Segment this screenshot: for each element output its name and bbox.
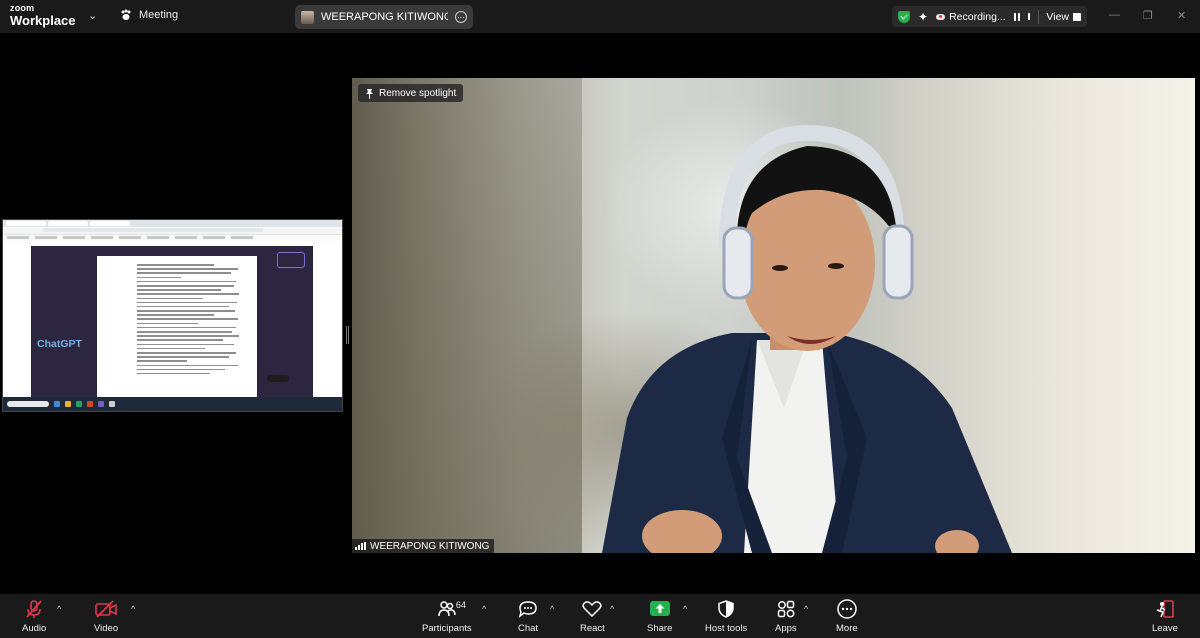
video-options-chevron-icon[interactable]: ^ (131, 604, 135, 614)
participants-count: 64 (455, 600, 466, 610)
host-tools-label: Host tools (705, 623, 748, 634)
shield-icon (718, 600, 734, 618)
recording-indicator[interactable]: Recording... (936, 11, 1006, 23)
view-label: View (1046, 10, 1069, 23)
more-button[interactable]: More (836, 598, 858, 634)
browser-address-bar (3, 228, 342, 235)
close-icon[interactable]: ✕ (1177, 9, 1186, 22)
brand-bottom: Workplace (10, 13, 76, 28)
brand-top: zoom (10, 3, 35, 13)
chat-document (97, 256, 289, 398)
shared-screen-thumbnail[interactable]: ChatGPT (2, 219, 343, 412)
logo (277, 252, 305, 268)
camera-off-icon (95, 600, 117, 618)
panel-resize-handle[interactable] (346, 326, 349, 344)
host-tools-button[interactable]: Host tools (705, 598, 747, 634)
participant-video-feed (602, 124, 1012, 553)
audio-button[interactable]: Audio (22, 598, 46, 634)
signal-strength-icon (355, 542, 366, 550)
meeting-toolbar: Audio ^ Video ^ 64 Participants ^ Chat ^… (0, 594, 1200, 638)
heart-icon (582, 601, 602, 618)
screen-share-pill[interactable]: WEERAPONG KITIWONG's screer ··· (295, 5, 473, 29)
remove-spotlight-button[interactable]: Remove spotlight (358, 84, 464, 102)
restore-icon[interactable]: ❐ (1143, 9, 1153, 22)
pin-icon (366, 88, 373, 99)
avatar (301, 10, 314, 24)
leave-label: Leave (1152, 623, 1178, 634)
ai-companion-icon[interactable]: ✦ (918, 10, 928, 24)
security-shield-icon[interactable] (898, 10, 910, 23)
more-label: More (836, 623, 858, 634)
video-label: Video (94, 623, 119, 634)
stop-icon[interactable] (1027, 13, 1031, 20)
meeting-label: Meeting (139, 9, 179, 21)
leave-button[interactable]: Leave (1152, 598, 1178, 634)
share-screen-icon (649, 601, 670, 616)
title-bar: zoom Workplace ⌄ Meeting WEERAPONG KITIW… (0, 0, 1200, 33)
shared-slide: ChatGPT (31, 246, 313, 399)
zoom-window: zoom Workplace ⌄ Meeting WEERAPONG KITIW… (0, 0, 1200, 638)
pause-icon[interactable] (1013, 12, 1020, 21)
apps-button[interactable]: Apps (775, 598, 797, 634)
participants-button[interactable]: 64 Participants (422, 598, 472, 634)
meeting-menu[interactable]: Meeting (120, 9, 178, 21)
view-layout-icon (1073, 12, 1081, 21)
leave-door-icon (1156, 600, 1174, 618)
participant-name-tag: WEERAPONG KITIWONG (352, 539, 495, 553)
audio-label: Audio (22, 623, 47, 634)
chevron-down-icon[interactable]: ⌄ (88, 9, 97, 22)
recording-label: Recording... (949, 10, 1006, 23)
chat-button[interactable]: Chat (518, 598, 538, 634)
react-options-chevron-icon[interactable]: ^ (610, 604, 614, 614)
people-icon (438, 601, 456, 617)
chat-bubble-icon (518, 601, 537, 618)
video-button[interactable]: Video (94, 598, 118, 634)
cloud-record-icon (936, 13, 946, 20)
participant-name: WEERAPONG KITIWONG (370, 540, 490, 552)
remove-spotlight-label: Remove spotlight (379, 87, 457, 99)
taskbar-search (7, 401, 49, 407)
meeting-status-bar: ✦ Recording... View (892, 6, 1087, 27)
apps-label: Apps (775, 623, 797, 634)
share-label: Share (647, 623, 673, 634)
audio-options-chevron-icon[interactable]: ^ (57, 604, 61, 614)
zoom-workplace-logo[interactable]: zoom Workplace (10, 3, 76, 28)
browser-bookmarks-bar (3, 235, 342, 241)
browser-tabs (3, 220, 342, 227)
share-options-chevron-icon[interactable]: ^ (683, 604, 687, 614)
microphone-muted-icon (26, 600, 42, 618)
minimize-icon[interactable]: — (1109, 9, 1120, 21)
more-dots-icon (837, 599, 857, 619)
view-button[interactable]: View (1046, 11, 1081, 23)
react-button[interactable]: React (580, 598, 605, 634)
chat-label: Chat (518, 623, 539, 634)
spotlight-video[interactable] (352, 78, 1195, 553)
share-button[interactable]: Share (647, 598, 672, 634)
react-label: React (580, 623, 605, 634)
apps-icon (777, 600, 795, 618)
windows-taskbar (3, 397, 342, 411)
participants-options-chevron-icon[interactable]: ^ (482, 604, 486, 614)
more-options-icon[interactable]: ··· (455, 11, 467, 23)
chatgpt-label: ChatGPT (37, 338, 82, 350)
screen-share-pill-label: WEERAPONG KITIWONG's screer (321, 11, 448, 23)
send-button (267, 375, 289, 382)
participants-label: Participants (422, 623, 472, 634)
apps-options-chevron-icon[interactable]: ^ (804, 604, 808, 614)
paw-icon (121, 9, 131, 20)
chat-options-chevron-icon[interactable]: ^ (550, 604, 554, 614)
